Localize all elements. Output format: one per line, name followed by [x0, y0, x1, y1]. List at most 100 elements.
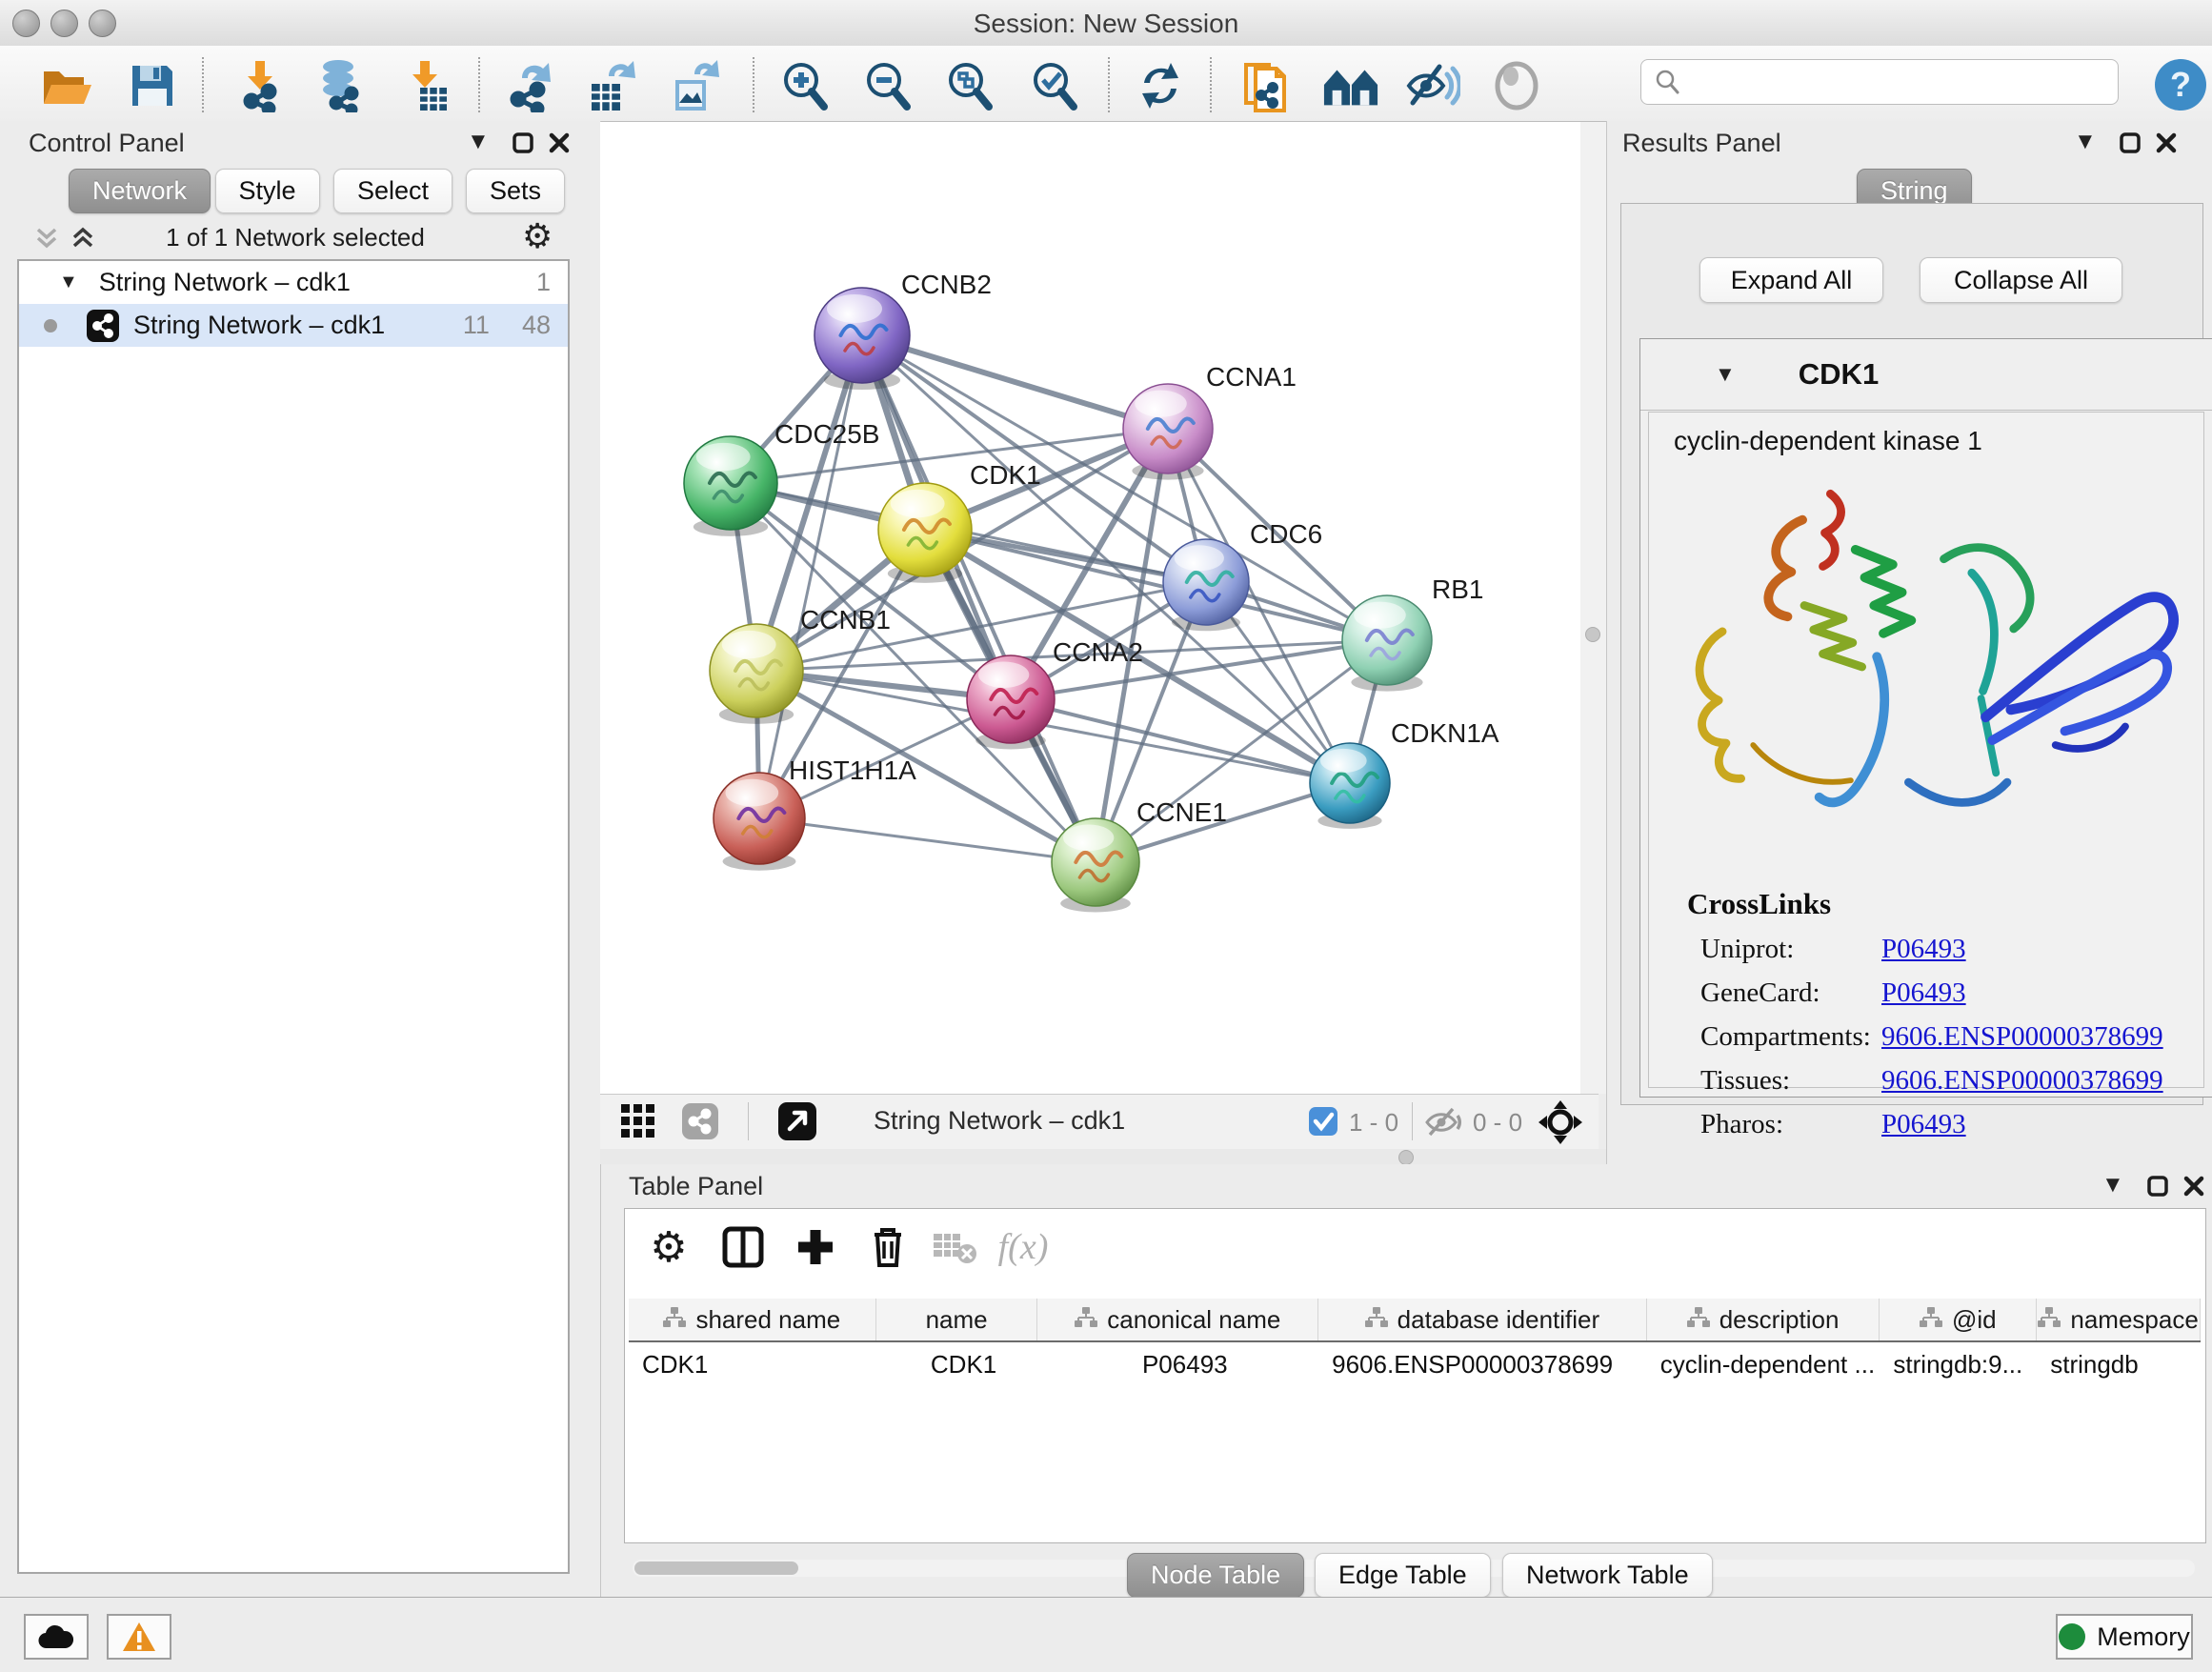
- help-icon[interactable]: ?: [2155, 59, 2206, 111]
- selected-checkbox-icon[interactable]: [1308, 1106, 1338, 1141]
- table-cell[interactable]: CDK1: [876, 1342, 1038, 1386]
- refresh-icon[interactable]: [1132, 59, 1189, 112]
- column-header[interactable]: namespace: [2037, 1299, 2201, 1340]
- protein-section: ▼ CDK1 cyclin-dependent kinase 1: [1639, 338, 2212, 1098]
- export-image-icon[interactable]: [667, 59, 724, 112]
- collection-expand-icon[interactable]: ▼: [59, 272, 78, 293]
- save-session-icon[interactable]: [124, 59, 181, 112]
- expand-all-button[interactable]: Expand All: [1699, 257, 1883, 303]
- network-options-gear-icon[interactable]: ⚙: [522, 216, 553, 256]
- show-graphics-details-icon[interactable]: [1488, 59, 1545, 112]
- network-collection-row[interactable]: ▼ String Network – cdk1 1: [19, 261, 568, 304]
- toolbar-separator: [478, 57, 480, 112]
- tab-sets[interactable]: Sets: [466, 169, 565, 213]
- zoom-in-icon[interactable]: [776, 59, 834, 112]
- network-canvas[interactable]: CCNB2CCNA1CDC25BCDK1CDC6RB1CCNB1CCNA2CDK…: [600, 122, 1580, 1094]
- table-cell[interactable]: P06493: [1037, 1342, 1318, 1386]
- expand-all-icon[interactable]: [70, 226, 95, 251]
- zoom-selected-icon[interactable]: [1026, 59, 1083, 112]
- panel-close-icon[interactable]: [549, 132, 570, 153]
- crosslink-value[interactable]: P06493: [1881, 934, 1966, 965]
- crosslink-value[interactable]: P06493: [1881, 1109, 1966, 1140]
- tab-edge-table[interactable]: Edge Table: [1315, 1553, 1491, 1598]
- panel-menu-icon[interactable]: ▼: [2101, 1172, 2124, 1199]
- column-label: canonical name: [1107, 1305, 1280, 1335]
- column-header[interactable]: description: [1647, 1299, 1880, 1340]
- collapse-all-button[interactable]: Collapse All: [1920, 257, 2122, 303]
- crosslink-label: Compartments:: [1674, 1021, 1881, 1053]
- import-table-icon[interactable]: [397, 59, 454, 112]
- toolbar-separator: [748, 1102, 749, 1140]
- table-cell[interactable]: CDK1: [629, 1342, 876, 1386]
- crosslink-value[interactable]: P06493: [1881, 977, 1966, 1009]
- crosslink-row: Uniprot:P06493: [1674, 927, 2188, 971]
- splitter-grip-icon: [1585, 627, 1600, 642]
- tab-network-table[interactable]: Network Table: [1502, 1553, 1713, 1598]
- network-view-toolbar: String Network – cdk1 1 - 0 0 - 0: [600, 1094, 1599, 1150]
- results-splitter[interactable]: [1580, 122, 1606, 1094]
- column-label: namespace: [2070, 1305, 2198, 1335]
- collapse-all-icon[interactable]: [34, 226, 59, 251]
- column-header[interactable]: name: [876, 1299, 1038, 1340]
- network-list-share-icon[interactable]: [681, 1102, 719, 1145]
- column-network-icon: [1920, 1305, 1942, 1335]
- panel-close-icon[interactable]: [2156, 132, 2177, 153]
- show-columns-icon[interactable]: [716, 1222, 770, 1272]
- tab-network[interactable]: Network: [69, 169, 211, 213]
- splitter-grip-icon: [1398, 1150, 1414, 1165]
- cloud-button[interactable]: [24, 1614, 89, 1660]
- column-header[interactable]: canonical name: [1037, 1299, 1318, 1340]
- open-in-new-window-icon[interactable]: [777, 1101, 817, 1146]
- birdseye-icon[interactable]: [1538, 1100, 1582, 1149]
- network-edge[interactable]: [759, 818, 1096, 862]
- panel-float-icon[interactable]: [2120, 132, 2141, 153]
- network-row[interactable]: String Network – cdk1 11 48: [19, 304, 568, 347]
- panel-menu-icon[interactable]: ▼: [2074, 129, 2097, 155]
- crosslink-value[interactable]: 9606.ENSP00000378699: [1881, 1065, 2163, 1097]
- export-network-icon[interactable]: [503, 59, 560, 112]
- delete-table-icon[interactable]: [928, 1222, 981, 1272]
- tab-node-table[interactable]: Node Table: [1127, 1553, 1304, 1598]
- import-network-file-icon[interactable]: [231, 59, 288, 112]
- crosslinks-list: Uniprot:P06493GeneCard:P06493Compartment…: [1674, 927, 2188, 1146]
- table-cell[interactable]: 9606.ENSP00000378699: [1318, 1342, 1647, 1386]
- panel-float-icon[interactable]: [2147, 1176, 2168, 1197]
- table-cell[interactable]: cyclin-dependent ...: [1647, 1342, 1880, 1386]
- section-collapse-icon[interactable]: ▼: [1715, 362, 1736, 387]
- table-cell[interactable]: stringdb: [2037, 1342, 2201, 1386]
- panel-close-icon[interactable]: [2183, 1176, 2204, 1197]
- import-network-database-icon[interactable]: [312, 59, 369, 112]
- table-cell[interactable]: stringdb:9...: [1880, 1342, 2037, 1386]
- clone-network-icon[interactable]: [1238, 59, 1296, 112]
- node-label-cdc6: CDC6: [1250, 519, 1322, 549]
- open-session-icon[interactable]: [38, 59, 95, 112]
- grid-view-icon[interactable]: [621, 1104, 655, 1143]
- function-builder-icon[interactable]: f(x): [996, 1222, 1050, 1272]
- panel-menu-icon[interactable]: ▼: [467, 129, 490, 155]
- zoom-fit-icon[interactable]: [941, 59, 998, 112]
- table-settings-gear-icon[interactable]: ⚙: [642, 1222, 695, 1272]
- panel-float-icon[interactable]: [513, 132, 533, 153]
- column-header[interactable]: database identifier: [1318, 1299, 1647, 1340]
- tab-style[interactable]: Style: [215, 169, 320, 213]
- node-table: shared namename canonical name database id…: [629, 1299, 2201, 1386]
- column-header[interactable]: @id: [1880, 1299, 2037, 1340]
- table-panel-title: Table Panel: [629, 1172, 763, 1201]
- crosslink-value[interactable]: 9606.ENSP00000378699: [1881, 1021, 2163, 1053]
- column-label: database identifier: [1398, 1305, 1599, 1335]
- export-table-icon[interactable]: [584, 59, 641, 112]
- protein-section-header[interactable]: ▼ CDK1: [1640, 339, 2212, 411]
- hide-selected-icon[interactable]: [1404, 59, 1461, 112]
- search-input[interactable]: [1681, 68, 2118, 97]
- string-home-icon[interactable]: [1322, 59, 1379, 112]
- add-column-icon[interactable]: [789, 1222, 842, 1272]
- zoom-out-icon[interactable]: [859, 59, 916, 112]
- delete-column-icon[interactable]: [861, 1222, 915, 1272]
- column-header[interactable]: shared name: [629, 1299, 876, 1340]
- memory-button[interactable]: Memory: [2056, 1614, 2193, 1660]
- tab-select[interactable]: Select: [333, 169, 452, 213]
- table-row[interactable]: CDK1CDK1P064939606.ENSP00000378699cyclin…: [629, 1342, 2201, 1386]
- hidden-eye-icon[interactable]: [1425, 1106, 1465, 1143]
- warning-button[interactable]: [107, 1614, 171, 1660]
- network-edge[interactable]: [759, 335, 862, 818]
